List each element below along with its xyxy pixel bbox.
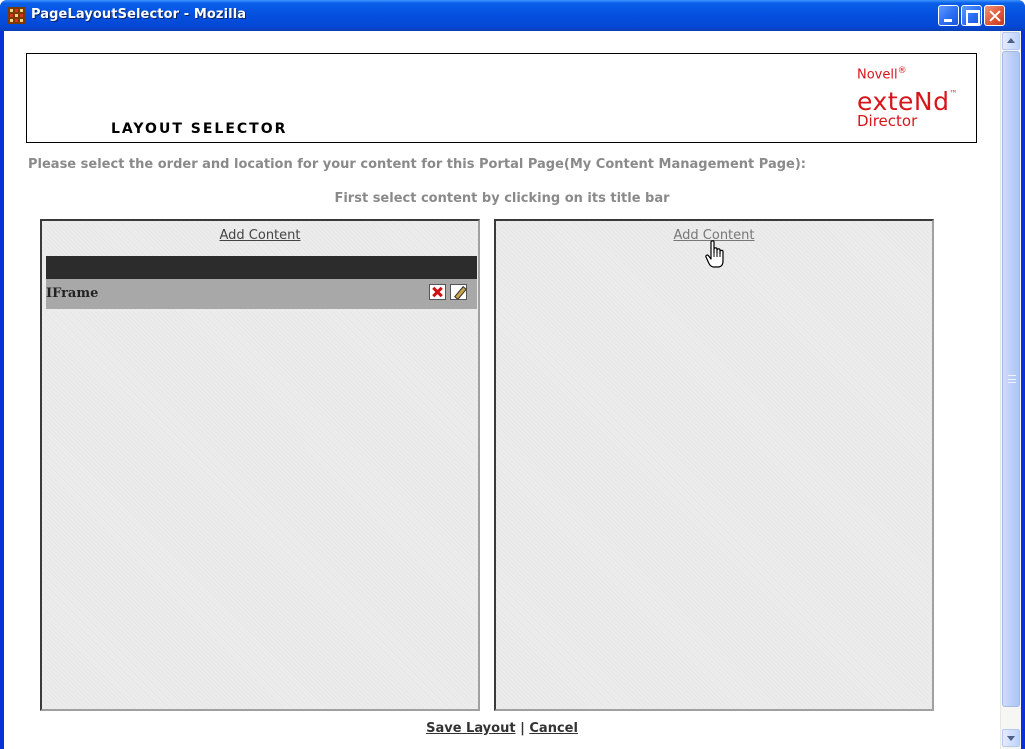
novell-extend-director-logo: Novell® exteNd™ Director — [857, 66, 958, 131]
minimize-icon[interactable] — [938, 5, 959, 26]
page-content: LAYOUT SELECTOR Novell® exteNd™ Director… — [4, 31, 1021, 749]
footer-actions: Save Layout | Cancel — [4, 721, 1000, 736]
portlet-title-bar[interactable]: IFrame — [46, 279, 477, 309]
scroll-thumb[interactable] — [1002, 51, 1020, 707]
maximize-icon[interactable] — [961, 5, 982, 26]
scroll-up-icon[interactable] — [1002, 32, 1020, 50]
portlet-name: IFrame — [46, 286, 99, 301]
hand-pointer-icon — [705, 240, 724, 268]
browser-window: PageLayoutSelector - Mozilla LAYOUT SELE… — [0, 0, 1025, 749]
add-content-link-left[interactable]: Add Content — [42, 228, 478, 243]
window-title: PageLayoutSelector - Mozilla — [31, 7, 247, 22]
header-banner: LAYOUT SELECTOR Novell® exteNd™ Director — [26, 53, 977, 143]
vertical-scrollbar[interactable] — [1000, 31, 1021, 749]
instruction-subtext: First select content by clicking on its … — [334, 191, 670, 206]
delete-x-icon[interactable] — [429, 284, 446, 300]
save-layout-link[interactable]: Save Layout — [426, 721, 515, 736]
right-column-panel[interactable]: Add Content — [494, 219, 934, 711]
cancel-link[interactable]: Cancel — [529, 721, 578, 736]
instruction-text: Please select the order and location for… — [28, 157, 806, 172]
footer-separator: | — [520, 721, 525, 736]
portlet-header-bar[interactable] — [46, 256, 477, 279]
scroll-down-icon[interactable] — [1002, 729, 1020, 747]
left-column-panel[interactable]: Add Content IFrame — [40, 219, 480, 711]
page-title: LAYOUT SELECTOR — [111, 121, 288, 137]
title-bar[interactable]: PageLayoutSelector - Mozilla — [0, 0, 1025, 31]
mozilla-app-icon — [8, 7, 25, 24]
pencil-icon[interactable] — [450, 284, 467, 300]
close-icon[interactable] — [984, 5, 1005, 26]
